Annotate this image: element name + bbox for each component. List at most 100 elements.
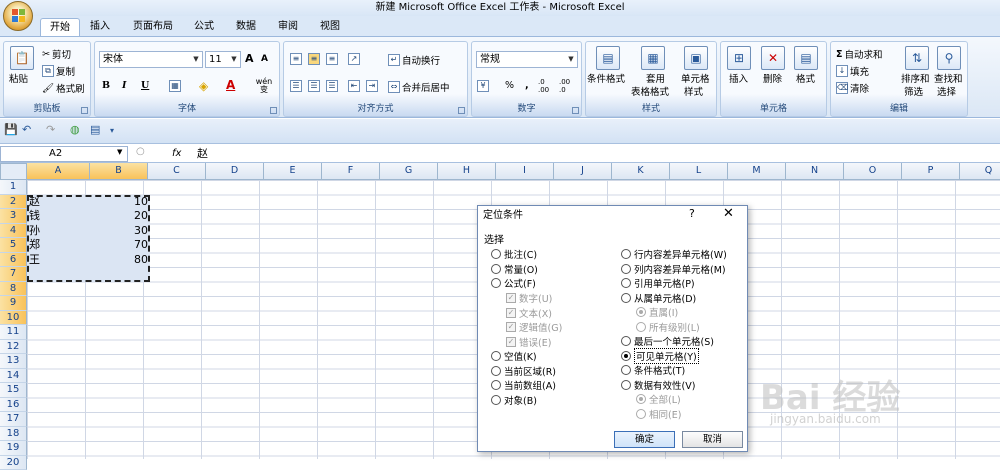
radio-option[interactable]: 引用单元格(P) (621, 277, 695, 289)
shrink-font-button[interactable]: A (261, 54, 268, 64)
insert-cells-button[interactable]: 插入 (729, 74, 748, 86)
align-center-button[interactable]: ☰ (308, 80, 320, 92)
cell-value[interactable]: 70 (92, 238, 148, 252)
font-color-button[interactable]: A (226, 78, 235, 92)
dialog-launcher-icon[interactable] (458, 107, 465, 114)
row-header[interactable]: 5 (0, 238, 27, 253)
radio-option[interactable]: 条件格式(T) (621, 364, 685, 376)
cell-name[interactable]: 王 (29, 253, 89, 267)
column-header[interactable]: D (206, 163, 264, 180)
clear-button[interactable]: ⌫清除 (836, 81, 869, 95)
row-header[interactable]: 19 (0, 441, 27, 456)
increase-decimal-button[interactable]: .0 .00 (538, 78, 558, 94)
accounting-format-button[interactable]: ¥ (477, 80, 489, 92)
row-header[interactable]: 10 (0, 311, 27, 326)
print-preview-icon[interactable]: ▤ (90, 123, 100, 136)
cell-value[interactable]: 80 (92, 253, 148, 267)
cell-styles-button[interactable]: 单元格 (681, 74, 710, 86)
tab-view[interactable]: 视图 (312, 18, 348, 36)
comma-button[interactable]: , (525, 80, 529, 91)
cell-value[interactable]: 10 (92, 195, 148, 209)
autosum-button[interactable]: Σ自动求和 (836, 47, 883, 61)
column-header[interactable]: Q (960, 163, 1000, 180)
grow-font-button[interactable]: A (245, 52, 254, 65)
format-painter-button[interactable]: 🖌格式刷 (42, 81, 85, 95)
wrap-text-button[interactable]: ↵自动换行 (388, 53, 440, 67)
tab-insert[interactable]: 插入 (82, 18, 118, 36)
copy-button[interactable]: ⧉复制 (42, 64, 75, 78)
row-header[interactable]: 13 (0, 354, 27, 369)
tab-home[interactable]: 开始 (40, 18, 80, 36)
align-top-button[interactable]: ≡ (290, 53, 302, 65)
row-header[interactable]: 12 (0, 340, 27, 355)
customize-qat-icon[interactable]: ▾ (110, 126, 114, 135)
radio-option[interactable]: 行内容差异单元格(W) (621, 248, 727, 260)
save-icon[interactable]: 💾 (4, 123, 18, 136)
row-header[interactable]: 8 (0, 282, 27, 297)
orientation-button[interactable]: ↗ (348, 53, 360, 65)
decrease-indent-button[interactable]: ⇤ (348, 80, 360, 92)
formula-input[interactable]: 赵 (197, 145, 208, 163)
column-header[interactable]: I (496, 163, 554, 180)
tab-review[interactable]: 审阅 (270, 18, 306, 36)
column-header[interactable]: O (844, 163, 902, 180)
bold-button[interactable]: B (102, 80, 110, 91)
row-header[interactable]: 20 (0, 456, 27, 470)
delete-cells-button[interactable]: 删除 (763, 74, 782, 86)
row-header[interactable]: 3 (0, 209, 27, 224)
align-middle-button[interactable]: ≡ (308, 53, 320, 65)
radio-option[interactable]: 当前区域(R) (491, 365, 556, 377)
radio-option[interactable]: 空值(K) (491, 350, 537, 362)
row-header[interactable]: 6 (0, 253, 27, 268)
align-left-button[interactable]: ☰ (290, 80, 302, 92)
radio-option[interactable]: 公式(F) (491, 277, 536, 289)
column-header[interactable]: E (264, 163, 322, 180)
column-header[interactable]: G (380, 163, 438, 180)
format-table-button[interactable]: 套用 (646, 74, 665, 86)
chevron-down-icon[interactable]: ▼ (117, 148, 122, 156)
cell-name[interactable]: 钱 (29, 209, 89, 223)
column-header[interactable]: F (322, 163, 380, 180)
column-header[interactable]: A (27, 163, 90, 180)
office-button[interactable] (3, 1, 33, 31)
row-header[interactable]: 14 (0, 369, 27, 384)
column-header[interactable]: H (438, 163, 496, 180)
fx-icon[interactable]: fx (172, 145, 181, 163)
format-cells-button[interactable]: 格式 (796, 74, 815, 86)
radio-option[interactable]: 可见单元格(Y) (621, 350, 699, 362)
select-all-corner[interactable] (0, 163, 27, 180)
column-header[interactable]: N (786, 163, 844, 180)
font-size-select[interactable]: 11▼ (205, 51, 241, 68)
border-button[interactable]: ▦ (169, 80, 181, 92)
name-box[interactable]: A2 (0, 146, 128, 162)
cell-name[interactable]: 郑 (29, 238, 89, 252)
redo-icon[interactable]: ↷ (46, 123, 55, 136)
align-bottom-button[interactable]: ≡ (326, 53, 338, 65)
close-icon[interactable]: ✕ (723, 206, 734, 221)
number-format-select[interactable]: 常规▼ (476, 51, 578, 68)
row-header[interactable]: 7 (0, 267, 27, 282)
row-header[interactable]: 1 (0, 180, 27, 195)
column-header[interactable]: B (90, 163, 148, 180)
dialog-launcher-icon[interactable] (270, 107, 277, 114)
decrease-decimal-button[interactable]: .00 .0 (559, 78, 579, 94)
percent-button[interactable]: % (505, 80, 514, 91)
cut-button[interactable]: ✂剪切 (42, 47, 71, 61)
fill-button[interactable]: ↓填充 (836, 64, 869, 78)
row-header[interactable]: 18 (0, 427, 27, 442)
column-header[interactable]: J (554, 163, 612, 180)
conditional-format-button[interactable]: 条件格式 (587, 74, 625, 86)
radio-option[interactable]: 最后一个单元格(S) (621, 335, 714, 347)
ok-button[interactable]: 确定 (614, 431, 675, 448)
dialog-launcher-icon[interactable] (81, 107, 88, 114)
column-header[interactable]: M (728, 163, 786, 180)
row-header[interactable]: 11 (0, 325, 27, 340)
cancel-entry-icon[interactable]: ○ (136, 146, 145, 157)
fill-color-button[interactable]: ◈ (199, 79, 208, 93)
row-header[interactable]: 17 (0, 412, 27, 427)
row-header[interactable]: 9 (0, 296, 27, 311)
align-right-button[interactable]: ☰ (326, 80, 338, 92)
radio-option[interactable]: 常量(O) (491, 263, 538, 275)
column-header[interactable]: C (148, 163, 206, 180)
radio-option[interactable]: 列内容差异单元格(M) (621, 263, 726, 275)
